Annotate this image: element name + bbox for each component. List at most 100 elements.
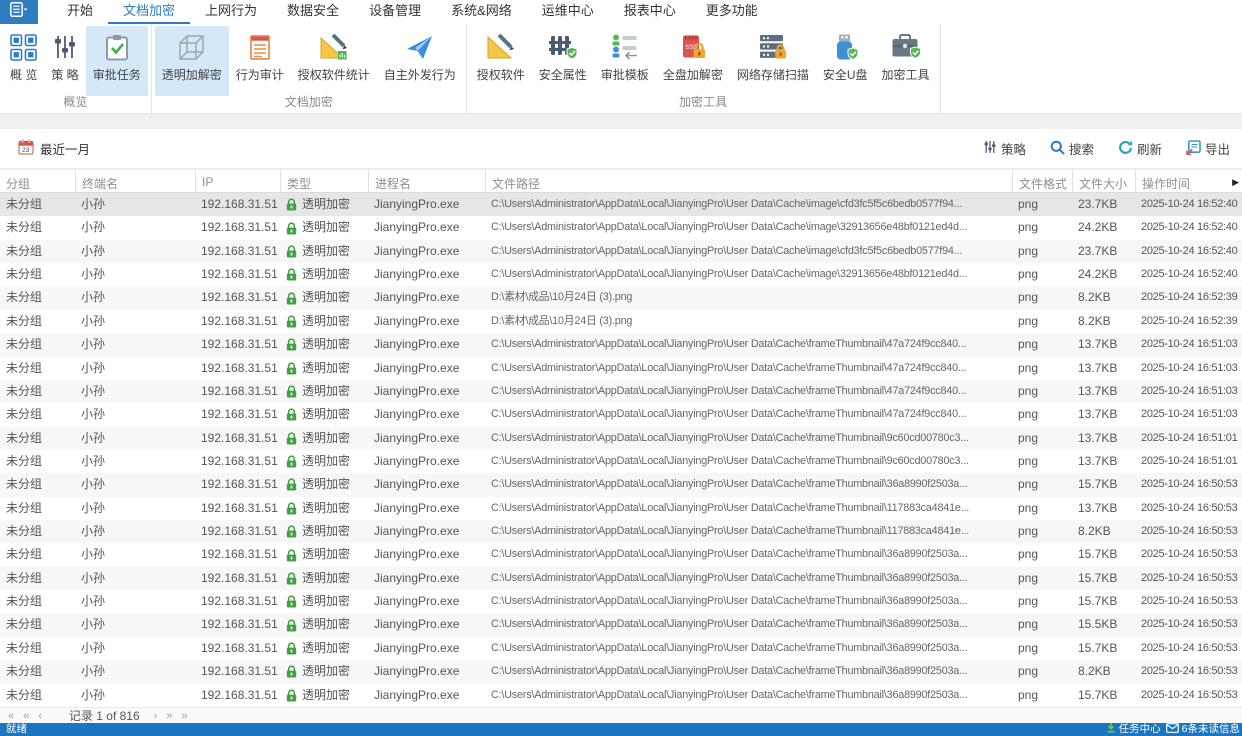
cell-process: JianyingPro.exe	[368, 450, 485, 473]
search-button[interactable]: 搜索	[1050, 139, 1094, 158]
table-row[interactable]: 未分组 小孙 192.168.31.51 透明加密 JianyingPro.ex…	[0, 286, 1242, 309]
cell-terminal: 小孙	[75, 403, 195, 426]
cell-process: JianyingPro.exe	[368, 193, 485, 216]
tab-data-security[interactable]: 数据安全	[272, 0, 354, 24]
tab-document-encryption[interactable]: 文档加密	[108, 0, 190, 24]
ribbon-button-policy[interactable]: 策 略	[44, 26, 85, 96]
cell-terminal: 小孙	[75, 333, 195, 356]
cell-time: 2025-10-24 16:51:03	[1135, 357, 1242, 380]
column-header-terminal[interactable]: 终端名	[75, 170, 195, 192]
ribbon-button-outgoing-behavior[interactable]: 自主外发行为	[377, 26, 463, 96]
cell-format: png	[1012, 567, 1072, 590]
table-row[interactable]: 未分组 小孙 192.168.31.51 透明加密 JianyingPro.ex…	[0, 613, 1242, 636]
cell-format: png	[1012, 193, 1072, 216]
refresh-button[interactable]: 刷新	[1118, 139, 1162, 158]
ribbon-button-behavior-audit[interactable]: 行为审计	[229, 26, 291, 96]
ribbon-button-encryption-tools[interactable]: 加密工具	[875, 26, 937, 96]
table-row[interactable]: 未分组 小孙 192.168.31.51 透明加密 JianyingPro.ex…	[0, 380, 1242, 403]
table-row[interactable]: 未分组 小孙 192.168.31.51 透明加密 JianyingPro.ex…	[0, 216, 1242, 239]
next-page-button[interactable]: ›	[154, 709, 158, 723]
table-row[interactable]: 未分组 小孙 192.168.31.51 透明加密 JianyingPro.ex…	[0, 310, 1242, 333]
ribbon-button-transparent-encryption[interactable]: 透明加解密	[155, 26, 229, 96]
tab-system-network[interactable]: 系统&网络	[436, 0, 527, 24]
table-row[interactable]: 未分组 小孙 192.168.31.51 透明加密 JianyingPro.ex…	[0, 193, 1242, 216]
tab-report-center[interactable]: 报表中心	[609, 0, 691, 24]
ribbon-button-overview[interactable]: 概 览	[3, 26, 44, 96]
type-label: 透明加密	[302, 263, 350, 286]
grid-icon	[10, 31, 37, 63]
first-page-button[interactable]: «	[8, 709, 14, 723]
type-label: 透明加密	[302, 520, 350, 543]
column-header-ip[interactable]: IP	[195, 170, 280, 192]
column-header-path[interactable]: 文件路径	[485, 170, 1012, 192]
last-page-button[interactable]: »	[181, 709, 187, 723]
cell-size: 15.7KB	[1072, 567, 1135, 590]
table-row[interactable]: 未分组 小孙 192.168.31.51 透明加密 JianyingPro.ex…	[0, 660, 1242, 683]
cell-format: png	[1012, 543, 1072, 566]
task-center-button[interactable]: 任务中心	[1106, 722, 1161, 736]
table-row[interactable]: 未分组 小孙 192.168.31.51 透明加密 JianyingPro.ex…	[0, 357, 1242, 380]
table-row[interactable]: 未分组 小孙 192.168.31.51 透明加密 JianyingPro.ex…	[0, 637, 1242, 660]
cell-time: 2025-10-24 16:50:53	[1135, 613, 1242, 636]
table-row[interactable]: 未分组 小孙 192.168.31.51 透明加密 JianyingPro.ex…	[0, 590, 1242, 613]
app-menu-button[interactable]	[0, 0, 38, 24]
ribbon-button-approval-tasks[interactable]: 审批任务	[86, 26, 148, 96]
table-row[interactable]: 未分组 小孙 192.168.31.51 透明加密 JianyingPro.ex…	[0, 473, 1242, 496]
cell-terminal: 小孙	[75, 427, 195, 450]
ribbon-button-full-disk-encryption[interactable]: SSD 全盘加解密	[656, 26, 730, 96]
column-header-process[interactable]: 进程名	[368, 170, 485, 192]
column-header-type[interactable]: 类型	[280, 170, 368, 192]
column-header-time[interactable]: 操作时间	[1135, 170, 1242, 192]
table-row[interactable]: 未分组 小孙 192.168.31.51 透明加密 JianyingPro.ex…	[0, 497, 1242, 520]
unread-messages-button[interactable]: 6条未读信息	[1166, 723, 1240, 736]
ribbon-button-security-attributes[interactable]: 安全属性	[532, 26, 594, 96]
date-range-filter[interactable]: 23 最近一月	[18, 139, 90, 158]
cell-process: JianyingPro.exe	[368, 333, 485, 356]
cell-size: 23.7KB	[1072, 240, 1135, 263]
table-row[interactable]: 未分组 小孙 192.168.31.51 透明加密 JianyingPro.ex…	[0, 263, 1242, 286]
type-label: 透明加密	[302, 473, 350, 496]
table-row[interactable]: 未分组 小孙 192.168.31.51 透明加密 JianyingPro.ex…	[0, 567, 1242, 590]
table-row[interactable]: 未分组 小孙 192.168.31.51 透明加密 JianyingPro.ex…	[0, 450, 1242, 473]
ribbon-button-approval-templates[interactable]: 审批模板	[594, 26, 656, 96]
tab-web-behavior[interactable]: 上网行为	[190, 0, 272, 24]
table-row[interactable]: 未分组 小孙 192.168.31.51 透明加密 JianyingPro.ex…	[0, 403, 1242, 426]
table-row[interactable]: 未分组 小孙 192.168.31.51 透明加密 JianyingPro.ex…	[0, 543, 1242, 566]
tab-device-management[interactable]: 设备管理	[354, 0, 436, 24]
lock-icon	[286, 408, 297, 421]
prev-page-button[interactable]: ‹	[38, 709, 42, 723]
cell-group: 未分组	[0, 497, 75, 520]
policy-button[interactable]: 策略	[983, 139, 1026, 158]
table-row[interactable]: 未分组 小孙 192.168.31.51 透明加密 JianyingPro.ex…	[0, 240, 1242, 263]
tab-ops-center[interactable]: 运维中心	[527, 0, 609, 24]
ribbon-button-authorized-software[interactable]: 授权软件	[470, 26, 532, 96]
type-label: 透明加密	[302, 497, 350, 520]
tab-more-features[interactable]: 更多功能	[691, 0, 773, 24]
cell-time: 2025-10-24 16:50:53	[1135, 473, 1242, 496]
date-range-label: 最近一月	[40, 139, 90, 158]
column-header-format[interactable]: 文件格式	[1012, 170, 1072, 192]
cell-process: JianyingPro.exe	[368, 427, 485, 450]
export-button[interactable]: 导出	[1186, 139, 1230, 158]
export-icon	[1186, 140, 1201, 158]
fast-next-button[interactable]: »	[166, 709, 172, 723]
briefcase-shield-icon	[890, 31, 921, 63]
cell-size: 13.7KB	[1072, 380, 1135, 403]
ribbon-button-authorized-software-stats[interactable]: 授权软件统计	[291, 26, 377, 96]
fast-prev-button[interactable]: «	[23, 709, 29, 723]
table-row[interactable]: 未分组 小孙 192.168.31.51 透明加密 JianyingPro.ex…	[0, 333, 1242, 356]
table-row[interactable]: 未分组 小孙 192.168.31.51 透明加密 JianyingPro.ex…	[0, 520, 1242, 543]
cell-time: 2025-10-24 16:51:01	[1135, 427, 1242, 450]
column-chooser-arrow-icon[interactable]: ▶	[1232, 177, 1239, 188]
table-row[interactable]: 未分组 小孙 192.168.31.51 透明加密 JianyingPro.ex…	[0, 684, 1242, 707]
table-row[interactable]: 未分组 小孙 192.168.31.51 透明加密 JianyingPro.ex…	[0, 427, 1242, 450]
download-arrow-icon	[1106, 722, 1116, 736]
lock-icon	[286, 198, 297, 211]
column-header-size[interactable]: 文件大小	[1072, 170, 1135, 192]
cell-ip: 192.168.31.51	[195, 497, 280, 520]
column-header-group[interactable]: 分组	[0, 170, 75, 192]
tab-start[interactable]: 开始	[52, 0, 108, 24]
cell-group: 未分组	[0, 357, 75, 380]
ribbon-button-network-storage-scan[interactable]: 网络存储扫描	[730, 26, 816, 96]
ribbon-button-secure-usb[interactable]: 安全U盘	[816, 26, 875, 96]
